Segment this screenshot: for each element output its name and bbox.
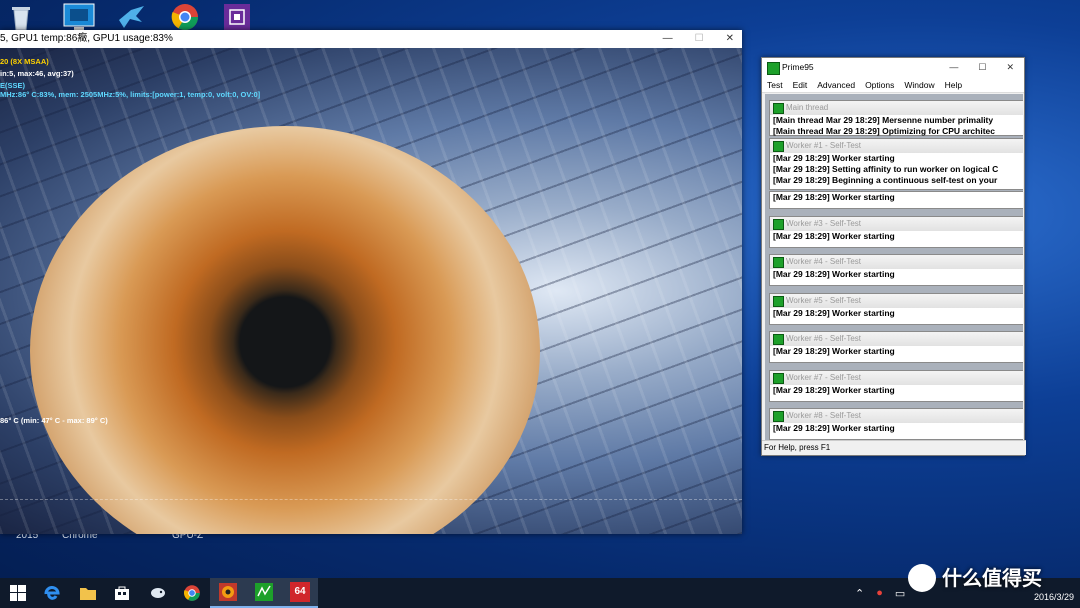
worker-7-header[interactable]: Worker #7 - Self-Test bbox=[770, 371, 1023, 385]
minimize-button[interactable]: — bbox=[663, 30, 673, 48]
osd-fps: in:5, max:46, avg:37) bbox=[0, 69, 74, 78]
thread-icon bbox=[773, 334, 784, 345]
file-explorer-icon[interactable] bbox=[70, 578, 106, 608]
clock-date[interactable]: 2016/3/29 bbox=[1034, 592, 1074, 602]
aida64-label: 64 bbox=[290, 582, 310, 602]
worker-1-panel[interactable]: Worker #1 - Self-Test [Mar 29 18:29] Wor… bbox=[769, 138, 1023, 190]
log-line: [Mar 29 18:29] Worker starting bbox=[773, 231, 895, 241]
log-line: [Mar 29 18:29] Worker starting bbox=[773, 153, 895, 163]
log-line: [Mar 29 18:29] Worker starting bbox=[773, 192, 895, 202]
gpu-window-title: 5, GPU1 temp:86癥, GPU1 usage:83% bbox=[0, 33, 173, 44]
render-viewport: 20 (8X MSAA) in:5, max:46, avg:37) E(SSE… bbox=[0, 48, 742, 534]
close-button[interactable]: ✕ bbox=[726, 30, 734, 48]
antivirus-icon[interactable]: ● bbox=[876, 587, 883, 599]
prime95-icon[interactable] bbox=[246, 578, 282, 608]
mdi-client-area: Main thread [Main thread Mar 29 18:29] M… bbox=[765, 94, 1023, 440]
menu-test[interactable]: Test bbox=[767, 80, 783, 90]
worker-8-panel[interactable]: Worker #8 - Self-Test [Mar 29 18:29] Wor… bbox=[769, 408, 1023, 440]
maximize-button[interactable]: ☐ bbox=[695, 30, 704, 48]
log-line: [Mar 29 18:29] Worker starting bbox=[773, 308, 895, 318]
worker-4-header[interactable]: Worker #4 - Self-Test bbox=[770, 255, 1023, 269]
prime95-title: Prime95 bbox=[782, 62, 814, 72]
menu-options[interactable]: Options bbox=[865, 80, 894, 90]
log-line: [Mar 29 18:29] Worker starting bbox=[773, 269, 895, 279]
main-thread-panel[interactable]: Main thread [Main thread Mar 29 18:29] M… bbox=[769, 100, 1023, 136]
prime95-icon bbox=[767, 62, 780, 75]
worker-4-panel[interactable]: Worker #4 - Self-Test [Mar 29 18:29] Wor… bbox=[769, 254, 1023, 286]
chrome-icon[interactable] bbox=[170, 2, 204, 32]
menu-edit[interactable]: Edit bbox=[793, 80, 808, 90]
gpu-stress-window[interactable]: 5, GPU1 temp:86癥, GPU1 usage:83% — ☐ ✕ 2… bbox=[0, 30, 742, 534]
log-line: [Main thread Mar 29 18:29] Mersenne numb… bbox=[773, 115, 994, 125]
osd-msaa: 20 (8X MSAA) bbox=[0, 57, 49, 66]
minimize-button[interactable]: — bbox=[949, 58, 958, 77]
osd-temperature: 86° C (min: 47° C - max: 89° C) bbox=[0, 416, 108, 425]
worker-1-header[interactable]: Worker #1 - Self-Test bbox=[770, 139, 1023, 153]
worker-2-panel[interactable]: [Mar 29 18:29] Worker starting bbox=[769, 191, 1023, 209]
worker-5-header[interactable]: Worker #5 - Self-Test bbox=[770, 294, 1023, 308]
aida64-icon[interactable]: 64 bbox=[282, 578, 318, 608]
thread-icon bbox=[773, 257, 784, 268]
chevron-up-icon[interactable]: ⌃ bbox=[855, 587, 864, 600]
log-line: [Main thread Mar 29 18:29] Optimizing fo… bbox=[773, 126, 995, 136]
bird-app-icon[interactable] bbox=[140, 578, 176, 608]
worker-3-panel[interactable]: Worker #3 - Self-Test [Mar 29 18:29] Wor… bbox=[769, 216, 1023, 248]
log-line: [Mar 29 18:29] Worker starting bbox=[773, 346, 895, 356]
prime95-window[interactable]: Prime95 — ☐ ✕ Test Edit Advanced Options… bbox=[761, 57, 1026, 456]
furmark-icon[interactable] bbox=[210, 578, 246, 608]
menu-advanced[interactable]: Advanced bbox=[817, 80, 855, 90]
bird-app-icon[interactable] bbox=[116, 2, 150, 32]
log-line: [Mar 29 18:29] Worker starting bbox=[773, 423, 895, 433]
close-button[interactable]: ✕ bbox=[1006, 58, 1014, 77]
windows-start-icon[interactable] bbox=[0, 578, 36, 608]
thread-icon bbox=[773, 219, 784, 230]
log-line: [Mar 29 18:29] Beginning a continuous se… bbox=[773, 175, 998, 185]
thread-icon bbox=[773, 411, 784, 422]
log-line: [Mar 29 18:29] Worker starting bbox=[773, 385, 895, 395]
worker-8-header[interactable]: Worker #8 - Self-Test bbox=[770, 409, 1023, 423]
cpu-monitor-icon[interactable] bbox=[62, 2, 96, 32]
thread-icon bbox=[773, 141, 784, 152]
worker-6-panel[interactable]: Worker #6 - Self-Test [Mar 29 18:29] Wor… bbox=[769, 331, 1023, 363]
temp-graph-line bbox=[0, 499, 742, 500]
battery-icon[interactable]: ▭ bbox=[895, 587, 905, 600]
thread-icon bbox=[773, 103, 784, 114]
furry-eye-render bbox=[30, 126, 540, 534]
chrome-icon[interactable] bbox=[174, 578, 210, 608]
thread-icon bbox=[773, 296, 784, 307]
system-tray: ⌃ ● ▭ bbox=[855, 578, 905, 608]
edge-icon[interactable] bbox=[34, 578, 70, 608]
gpu-window-titlebar[interactable]: 5, GPU1 temp:86癥, GPU1 usage:83% — ☐ ✕ bbox=[0, 30, 742, 48]
menu-window[interactable]: Window bbox=[904, 80, 934, 90]
thread-icon bbox=[773, 373, 784, 384]
log-line: [Mar 29 18:29] Setting affinity to run w… bbox=[773, 164, 999, 174]
store-icon[interactable] bbox=[104, 578, 140, 608]
worker-7-panel[interactable]: Worker #7 - Self-Test [Mar 29 18:29] Wor… bbox=[769, 370, 1023, 402]
worker-5-panel[interactable]: Worker #5 - Self-Test [Mar 29 18:29] Wor… bbox=[769, 293, 1023, 325]
osd-cpu: E(SSE) bbox=[0, 81, 26, 90]
watermark-logo bbox=[908, 564, 936, 592]
chip-app-icon[interactable] bbox=[222, 2, 256, 32]
worker-3-header[interactable]: Worker #3 - Self-Test bbox=[770, 217, 1023, 231]
status-bar: For Help, press F1 bbox=[762, 440, 1026, 455]
maximize-button[interactable]: ☐ bbox=[978, 58, 986, 77]
prime95-titlebar[interactable]: Prime95 — ☐ ✕ bbox=[762, 58, 1024, 77]
menu-help[interactable]: Help bbox=[945, 80, 962, 90]
recycle-bin-icon[interactable] bbox=[6, 2, 40, 32]
watermark-text: 什么值得买 bbox=[942, 568, 1042, 590]
prime95-menubar: Test Edit Advanced Options Window Help bbox=[762, 77, 1024, 93]
worker-6-header[interactable]: Worker #6 - Self-Test bbox=[770, 332, 1023, 346]
osd-gpu-stats: MHz:86° C:83%, mem: 2505MHz:5%, limits:[… bbox=[0, 90, 261, 99]
main-thread-header[interactable]: Main thread bbox=[770, 101, 1023, 115]
